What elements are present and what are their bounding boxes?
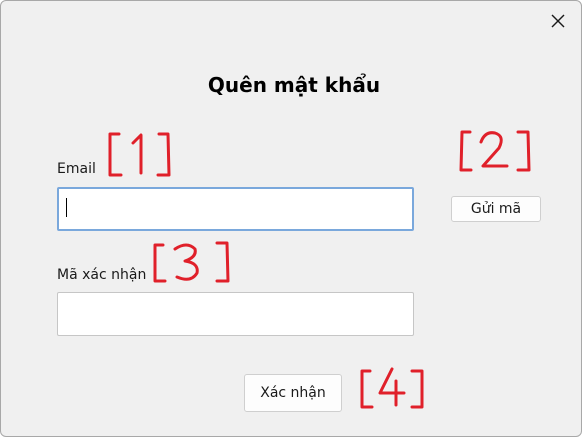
verification-code-field[interactable] xyxy=(57,292,414,336)
confirm-button[interactable]: Xác nhận xyxy=(244,374,342,412)
dialog-title: Quên mật khẩu xyxy=(207,73,381,97)
annotation-mark-2 xyxy=(459,130,531,172)
verification-code-label: Mã xác nhận xyxy=(57,267,147,283)
annotation-mark-3 xyxy=(153,241,230,283)
close-icon xyxy=(551,14,565,28)
annotation-mark-4 xyxy=(360,367,424,409)
email-label: Email xyxy=(57,161,96,177)
text-caret xyxy=(66,198,67,217)
forgot-password-dialog: Quên mật khẩu Email Gửi mã Mã xác nhận X… xyxy=(0,0,582,437)
close-button[interactable] xyxy=(544,9,572,33)
send-code-button[interactable]: Gửi mã xyxy=(451,196,541,222)
annotation-mark-1 xyxy=(108,132,171,177)
email-field[interactable] xyxy=(57,187,414,231)
